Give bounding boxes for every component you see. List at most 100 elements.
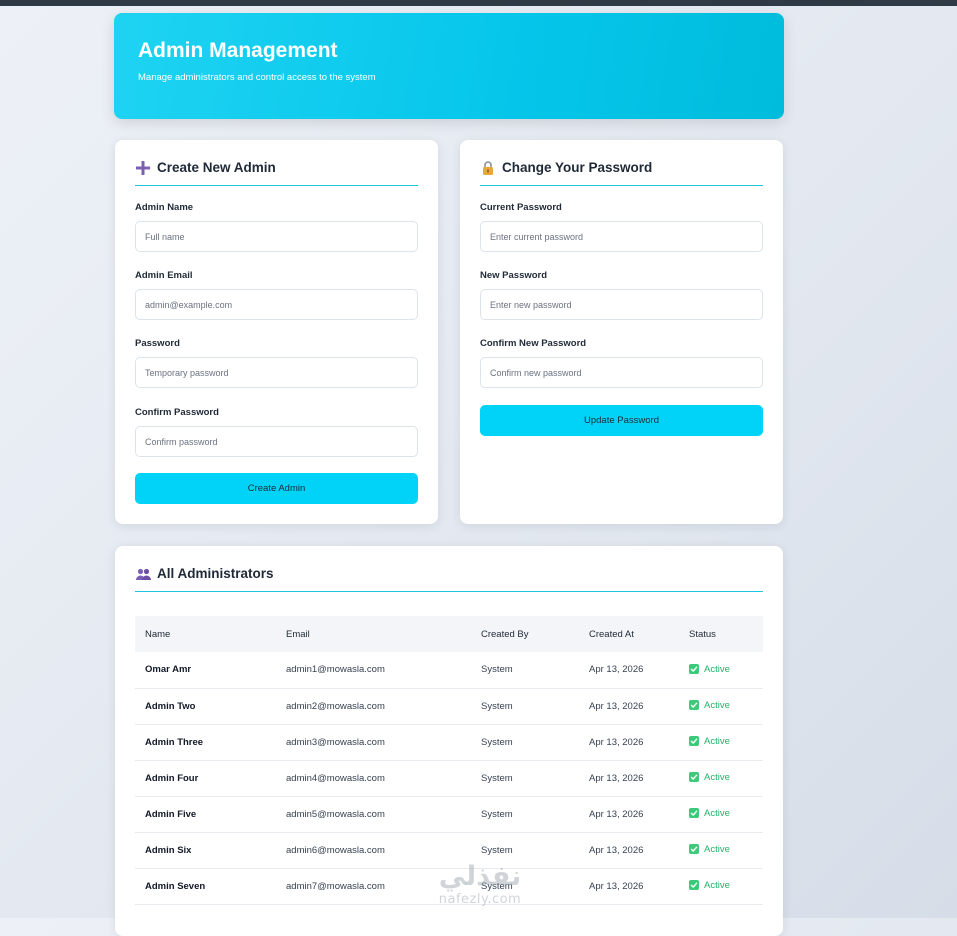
created-by-cell: System [481,880,513,892]
created-at-cell: Apr 13, 2026 [589,736,644,748]
admin-email-input[interactable] [135,289,418,320]
created-at-cell: Apr 13, 2026 [589,772,644,784]
admin-name-cell: Admin Six [145,844,192,856]
status-badge: Active [689,664,730,675]
change-password-card: Change Your Password Current Password Ne… [460,140,783,524]
users-icon [135,566,151,582]
status-badge: Active [689,772,730,783]
created-by-cell: System [481,664,513,676]
admin-name-cell: Admin Four [145,772,199,784]
page-subtitle: Manage administrators and control access… [138,72,376,83]
top-bar [0,0,957,6]
check-icon [689,808,699,819]
column-header-name: Name [145,628,171,640]
page-header: Admin Management Manage administrators a… [114,13,784,119]
status-cell: Active [679,868,763,904]
create-admin-title-text: Create New Admin [157,160,276,175]
column-header-status: Status [689,628,716,640]
administrators-title-text: All Administrators [157,566,274,581]
admin-name-cell: Omar Amr [145,664,192,676]
status-badge: Active [689,880,730,891]
create-admin-title: Create New Admin [135,160,418,186]
create-admin-card: Create New Admin Admin Name Admin Email … [115,140,438,524]
table-row[interactable]: Admin Three admin3@mowasla.com System Ap… [135,724,763,760]
created-at-cell: Apr 13, 2026 [589,844,644,856]
table-row[interactable]: Admin Four admin4@mowasla.com System Apr… [135,760,763,796]
check-icon [689,664,699,674]
administrators-title: All Administrators [135,566,763,592]
update-password-button[interactable]: Update Password [480,405,763,436]
status-text: Active [704,879,730,891]
admin-name-cell: Admin Two [145,700,196,712]
plus-icon [135,160,151,176]
status-text: Active [704,663,730,675]
check-icon [689,736,699,747]
table-row[interactable]: Admin Five admin5@mowasla.com System Apr… [135,796,763,832]
admin-name-cell: Admin Seven [145,880,206,892]
created-at-cell: Apr 13, 2026 [589,700,644,712]
new-password-label: New Password [480,270,548,281]
admin-email-cell: admin4@mowasla.com [286,772,385,784]
column-header-created-at: Created At [589,628,634,640]
create-admin-button[interactable]: Create Admin [135,473,418,504]
admin-email-cell: admin1@mowasla.com [286,664,385,676]
status-cell: Active [679,724,763,760]
admin-email-cell: admin7@mowasla.com [286,880,385,892]
new-password-input[interactable] [480,289,763,320]
admin-name-cell: Admin Five [145,808,197,820]
status-text: Active [704,699,730,711]
column-header-created-by: Created By [481,628,529,640]
admin-email-cell: admin3@mowasla.com [286,736,385,748]
check-icon [689,880,699,891]
created-at-cell: Apr 13, 2026 [589,880,644,892]
status-text: Active [704,771,730,783]
check-icon [689,772,699,783]
admin-email-cell: admin2@mowasla.com [286,700,385,712]
status-badge: Active [689,700,730,711]
admin-name-cell: Admin Three [145,736,204,748]
check-icon [689,700,699,711]
confirm-new-password-input[interactable] [480,357,763,388]
status-badge: Active [689,808,730,819]
admin-name-input[interactable] [135,221,418,252]
status-badge: Active [689,844,730,855]
status-text: Active [704,843,730,855]
lock-icon [480,160,496,176]
admin-email-cell: admin5@mowasla.com [286,808,385,820]
status-badge: Active [689,736,730,747]
table-row[interactable]: Admin Two admin2@mowasla.com System Apr … [135,688,763,724]
created-by-cell: System [481,772,513,784]
status-cell: Active [679,760,763,796]
admin-email-label: Admin Email [135,270,193,281]
created-by-cell: System [481,700,513,712]
change-password-title: Change Your Password [480,160,763,186]
status-text: Active [704,735,730,747]
status-text: Active [704,807,730,819]
page-title: Admin Management [138,39,338,62]
administrators-table: Name Email Created By Created At Status … [135,616,763,905]
confirm-password-label: Confirm Password [135,407,219,418]
created-by-cell: System [481,844,513,856]
column-header-email: Email [286,628,310,640]
status-cell: Active [679,796,763,832]
admin-email-cell: admin6@mowasla.com [286,844,385,856]
table-row[interactable]: Admin Seven admin7@mowasla.com System Ap… [135,868,763,904]
change-password-title-text: Change Your Password [502,160,653,175]
administrators-card: All Administrators Name Email Created By… [115,546,783,936]
current-password-input[interactable] [480,221,763,252]
table-row[interactable]: Omar Amr admin1@mowasla.com System Apr 1… [135,652,763,688]
admin-name-label: Admin Name [135,202,194,213]
table-header-row: Name Email Created By Created At Status [135,616,763,652]
created-by-cell: System [481,736,513,748]
status-cell: Active [679,688,763,724]
current-password-label: Current Password [480,202,562,213]
table-row[interactable]: Admin Six admin6@mowasla.com System Apr … [135,832,763,868]
status-cell: Active [679,652,763,688]
check-icon [689,844,699,855]
created-at-cell: Apr 13, 2026 [589,664,644,676]
confirm-password-input[interactable] [135,426,418,457]
password-input[interactable] [135,357,418,388]
password-label: Password [135,338,180,349]
status-cell: Active [679,832,763,868]
created-by-cell: System [481,808,513,820]
